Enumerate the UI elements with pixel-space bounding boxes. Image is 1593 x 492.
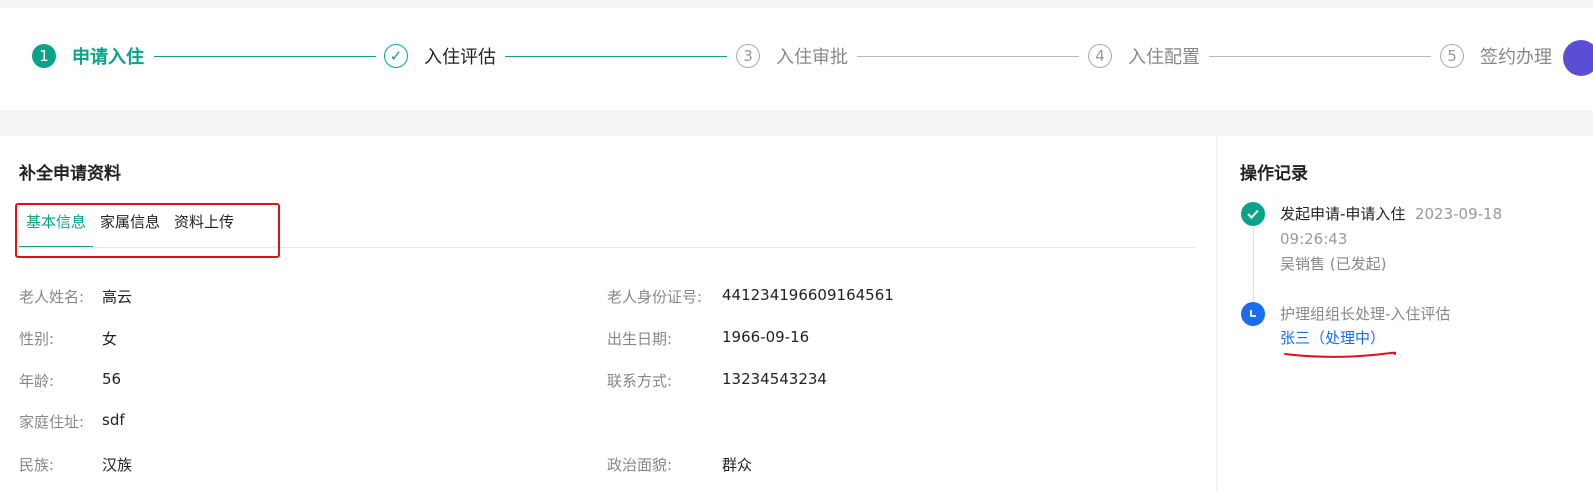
field-value: 56 xyxy=(102,370,122,388)
field-ethnicity: 民族: 汉族 xyxy=(19,454,132,475)
field-value: 441234196609164561 xyxy=(722,286,894,304)
field-value: 群众 xyxy=(722,456,753,474)
floating-badge-icon[interactable] xyxy=(1563,40,1593,76)
field-label: 性别: xyxy=(19,330,55,348)
record-title: 发起申请-申请入住 xyxy=(1280,205,1406,223)
timeline-title: 发起申请-申请入住 2023-09-18 09:26:43 xyxy=(1280,202,1570,252)
application-form-card: 补全申请资料 基本信息 家属信息 资料上传 老人姓名: 高云 老人身份证号: 4… xyxy=(0,136,1216,492)
field-value: 女 xyxy=(102,330,118,348)
step-label: 签约办理 xyxy=(1480,47,1552,68)
record-title: 护理组组长处理-入住评估 xyxy=(1280,305,1451,323)
step-label: 入住配置 xyxy=(1128,47,1200,68)
field-id-number: 老人身份证号: 441234196609164561 xyxy=(607,286,894,307)
check-icon xyxy=(1241,202,1265,226)
step-connector xyxy=(154,56,376,57)
field-age: 年龄: 56 xyxy=(19,370,121,391)
step-label: 申请入住 xyxy=(72,47,144,68)
field-gender: 性别: 女 xyxy=(19,328,117,349)
step-assess: ✓ 入住评估 xyxy=(384,42,496,70)
step-sign: 5 签约办理 xyxy=(1440,42,1552,70)
field-name: 老人姓名: 高云 xyxy=(19,286,132,307)
tab-basic-info[interactable]: 基本信息 xyxy=(19,206,94,248)
field-value: sdf xyxy=(102,411,125,429)
tab-family-info[interactable]: 家属信息 xyxy=(93,206,167,248)
step-connector xyxy=(857,56,1079,57)
tabs-divider xyxy=(19,247,1195,248)
field-political-status: 政治面貌: 群众 xyxy=(607,454,752,475)
field-label: 年龄: xyxy=(19,372,55,390)
clock-icon xyxy=(1241,302,1265,326)
step-number-icon: 3 xyxy=(736,44,760,68)
field-label: 出生日期: xyxy=(607,330,673,348)
step-number-icon: 1 xyxy=(32,44,56,68)
field-label: 老人身份证号: xyxy=(607,288,703,306)
tab-bar: 基本信息 家属信息 资料上传 xyxy=(19,206,241,248)
field-value: 高云 xyxy=(102,288,133,306)
step-label: 入住评估 xyxy=(424,47,496,68)
annotation-underline xyxy=(1284,351,1397,358)
field-birth-date: 出生日期: 1966-09-16 xyxy=(607,328,809,349)
step-number-icon: 4 xyxy=(1088,44,1112,68)
record-person: 吴销售 (已发起) xyxy=(1280,255,1387,273)
field-value: 1966-09-16 xyxy=(722,328,810,346)
field-label: 家庭住址: xyxy=(19,413,85,431)
top-strip xyxy=(0,0,1593,8)
tab-file-upload[interactable]: 资料上传 xyxy=(167,206,241,248)
step-apply: 1 申请入住 xyxy=(32,42,144,70)
card-title: 补全申请资料 xyxy=(19,164,121,184)
field-address: 家庭住址: sdf xyxy=(19,411,125,432)
field-label: 民族: xyxy=(19,456,55,474)
card-title: 操作记录 xyxy=(1240,164,1308,184)
step-connector xyxy=(505,56,727,57)
steps-bar: 1 申请入住 ✓ 入住评估 3 入住审批 4 入住配置 5 签约办理 xyxy=(0,0,1593,110)
step-config: 4 入住配置 xyxy=(1088,42,1200,70)
operation-log-card: 操作记录 发起申请-申请入住 2023-09-18 09:26:43 吴销售 (… xyxy=(1218,136,1593,492)
step-connector xyxy=(1209,56,1431,57)
field-label: 联系方式: xyxy=(607,372,673,390)
field-label: 政治面貌: xyxy=(607,456,673,474)
check-icon: ✓ xyxy=(384,44,408,68)
step-approve: 3 入住审批 xyxy=(736,42,848,70)
field-contact: 联系方式: 13234543234 xyxy=(607,370,827,391)
field-value: 13234543234 xyxy=(722,370,827,388)
field-label: 老人姓名: xyxy=(19,288,85,306)
field-value: 汉族 xyxy=(102,456,133,474)
record-person: 张三（处理中） xyxy=(1280,329,1386,347)
step-label: 入住审批 xyxy=(776,47,848,68)
step-number-icon: 5 xyxy=(1440,44,1464,68)
